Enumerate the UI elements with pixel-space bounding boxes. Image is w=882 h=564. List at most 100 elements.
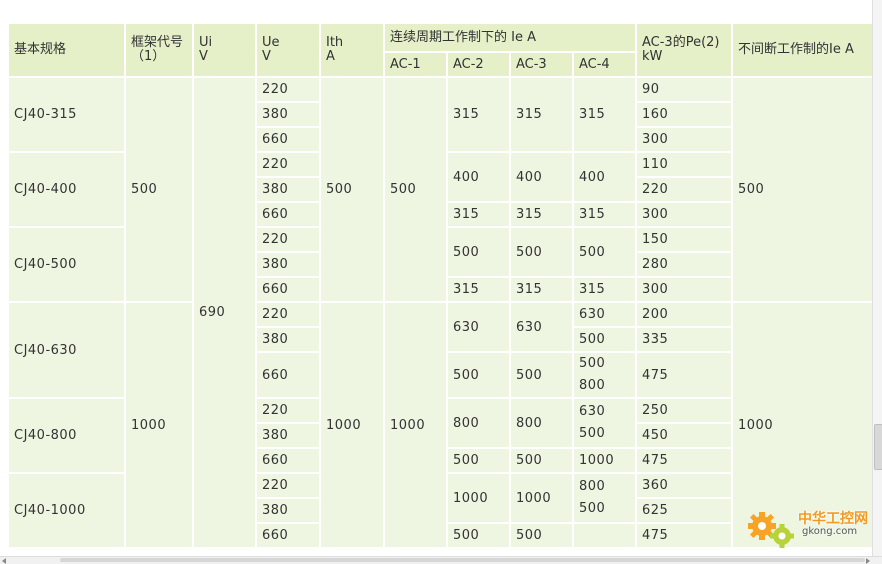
- ac2-cell: 1000: [446, 472, 511, 524]
- ac4-cell: 500 800: [572, 351, 637, 399]
- pe-cell: 300: [635, 201, 733, 228]
- ac2-cell: 500: [446, 351, 511, 399]
- header-ac2: AC-2: [446, 51, 511, 78]
- ac4-value: 800: [579, 378, 606, 393]
- ue-cell: 380: [255, 251, 321, 278]
- table-body: CJ40-315 500 690 220 500 500 315 315 315…: [7, 76, 872, 549]
- page-viewport: 基本规格 框架代号 （1） Ui V Ue V Ith A 连续周期工作制下的 Ie A…: [0, 0, 872, 556]
- ac3-cell: 315: [509, 201, 574, 228]
- pe-cell: 475: [635, 447, 733, 474]
- header-basic-spec: 基本规格: [7, 22, 126, 78]
- header-ue-line1: Ue: [262, 35, 280, 50]
- table-row: CJ40-315 500 690 220 500 500 315 315 315…: [7, 76, 872, 549]
- model-cell: CJ40-630: [7, 301, 126, 399]
- ac2-cell: 500: [446, 522, 511, 549]
- ac4-cell: 500: [572, 226, 637, 278]
- header-ac1: AC-1: [383, 51, 448, 78]
- pe-cell: 110: [635, 151, 733, 178]
- ac4-cell: [572, 522, 637, 549]
- model-cell: CJ40-500: [7, 226, 126, 303]
- header-ac3: AC-3: [509, 51, 574, 78]
- header-frame-code-line2: （1）: [131, 49, 166, 64]
- pe-cell: 90: [635, 76, 733, 103]
- header-ac3-pe: AC-3的Pe(2) kW: [635, 22, 733, 78]
- ue-cell: 660: [255, 126, 321, 153]
- ac4-cell: 315: [572, 276, 637, 303]
- frame-code-cell: 500: [124, 76, 194, 303]
- ue-cell: 660: [255, 201, 321, 228]
- ac4-value: 500: [579, 356, 606, 371]
- table-header: 基本规格 框架代号 （1） Ui V Ue V Ith A 连续周期工作制下的 Ie A…: [7, 22, 872, 78]
- ac4-cell: 315: [572, 76, 637, 153]
- header-ith-line1: Ith: [326, 35, 344, 50]
- pe-cell: 250: [635, 397, 733, 424]
- ue-cell: 220: [255, 301, 321, 328]
- ac4-value: 630: [579, 404, 606, 419]
- header-ue: Ue V: [255, 22, 321, 78]
- gkong-watermark: 中华工控网 gkong.com: [744, 504, 872, 556]
- header-ui-line2: V: [199, 49, 208, 64]
- ac2-cell: 315: [446, 276, 511, 303]
- contactor-spec-table: 基本规格 框架代号 （1） Ui V Ue V Ith A 连续周期工作制下的 Ie A…: [7, 22, 872, 549]
- pe-cell: 475: [635, 351, 733, 399]
- ue-cell: 220: [255, 472, 321, 499]
- header-uninterrupted: 不间断工作制的Ie A: [731, 22, 872, 78]
- header-ui: Ui V: [192, 22, 257, 78]
- ue-cell: 380: [255, 176, 321, 203]
- model-cell: CJ40-1000: [7, 472, 126, 549]
- ue-cell: 220: [255, 226, 321, 253]
- ac2-cell: 630: [446, 301, 511, 353]
- ue-cell: 660: [255, 351, 321, 399]
- header-ui-line1: Ui: [199, 35, 213, 50]
- pe-cell: 450: [635, 422, 733, 449]
- header-ith: Ith A: [319, 22, 385, 78]
- ac4-cell: 500: [572, 326, 637, 353]
- ac3-cell: 500: [509, 226, 574, 278]
- ac3-cell: 1000: [509, 472, 574, 524]
- ac4-cell: 400: [572, 151, 637, 203]
- pe-cell: 300: [635, 126, 733, 153]
- frame-code-cell: 1000: [124, 301, 194, 549]
- pe-cell: 220: [635, 176, 733, 203]
- ac4-cell: 315: [572, 201, 637, 228]
- ac3-cell: 400: [509, 151, 574, 203]
- ac3-cell: 315: [509, 276, 574, 303]
- ac2-cell: 315: [446, 201, 511, 228]
- model-cell: CJ40-800: [7, 397, 126, 474]
- ue-cell: 380: [255, 497, 321, 524]
- horizontal-scrollbar-thumb[interactable]: [60, 558, 865, 562]
- scroll-left-arrow-icon[interactable]: [2, 558, 6, 564]
- ue-cell: 660: [255, 522, 321, 549]
- pe-cell: 200: [635, 301, 733, 328]
- vertical-scrollbar[interactable]: [872, 0, 882, 556]
- ac2-cell: 800: [446, 397, 511, 449]
- ac3-cell: 500: [509, 351, 574, 399]
- header-frame-code: 框架代号 （1）: [124, 22, 194, 78]
- scroll-right-arrow-icon[interactable]: [866, 558, 870, 564]
- ac4-cell: 630: [572, 301, 637, 328]
- ith-cell: 1000: [319, 301, 385, 549]
- pe-cell: 160: [635, 101, 733, 128]
- header-continuous-group: 连续周期工作制下的 Ie A: [383, 22, 637, 53]
- ac4-cell: 1000: [572, 447, 637, 474]
- pe-cell: 300: [635, 276, 733, 303]
- ac3-cell: 500: [509, 447, 574, 474]
- ac3-cell: 315: [509, 76, 574, 153]
- ue-cell: 220: [255, 151, 321, 178]
- pe-cell: 280: [635, 251, 733, 278]
- watermark-site-name: 中华工控网: [798, 511, 868, 527]
- ui-cell: 690: [192, 76, 257, 549]
- header-ac3-pe-line2: kW: [642, 49, 663, 64]
- uninterrupted-cell: 500: [731, 76, 872, 303]
- gear-logo-icon: [748, 512, 794, 548]
- vertical-scrollbar-thumb[interactable]: [874, 424, 882, 470]
- pe-cell: 475: [635, 522, 733, 549]
- ith-cell: 500: [319, 76, 385, 303]
- pe-cell: 360: [635, 472, 733, 499]
- watermark-url: gkong.com: [802, 526, 858, 537]
- header-ac4: AC-4: [572, 51, 637, 78]
- ac1-cell: 1000: [383, 301, 448, 549]
- ue-cell: 660: [255, 447, 321, 474]
- ue-cell: 380: [255, 101, 321, 128]
- header-ue-line2: V: [262, 49, 271, 64]
